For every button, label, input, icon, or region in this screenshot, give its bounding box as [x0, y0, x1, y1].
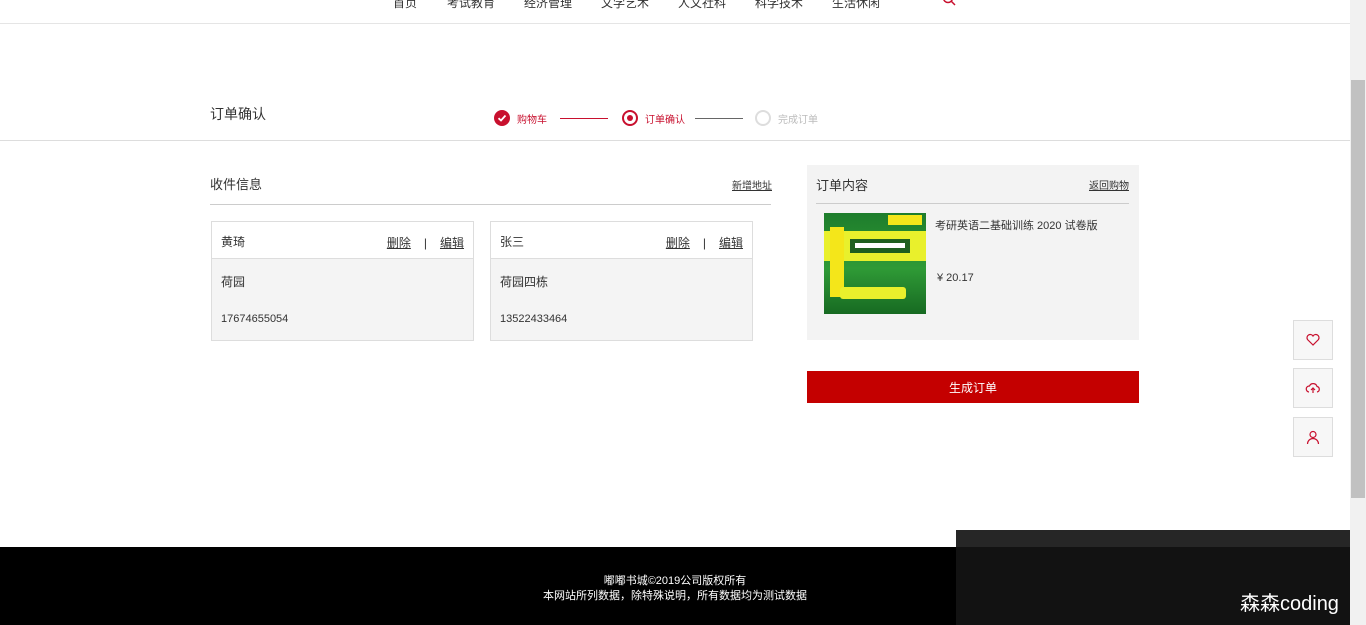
address-card-header: 张三 删除 | 编辑	[491, 222, 752, 259]
favorite-button[interactable]	[1293, 320, 1333, 360]
page: 首页 考试教育 经济管理 文学艺术 人文社科 科学技术 生活休闲 订单确认 购物…	[0, 0, 1366, 625]
delete-address-link[interactable]: 删除	[387, 236, 411, 250]
step-cart: 购物车	[494, 110, 547, 126]
account-button[interactable]	[1293, 417, 1333, 457]
recipient-address: 荷园四栋	[500, 275, 549, 289]
address-card-header: 黄琦 删除 | 编辑	[212, 222, 473, 259]
delete-address-link[interactable]: 删除	[666, 236, 690, 250]
nav-item-exam[interactable]: 考试教育	[447, 0, 495, 11]
order-panel: 订单内容 返回购物 考研英语二基础训练 2020 试卷版 ¥ 20.17	[807, 165, 1139, 340]
book-cover-image[interactable]	[824, 213, 926, 314]
step-confirm-label: 订单确认	[645, 114, 685, 126]
order-title: 订单内容	[816, 178, 869, 193]
edit-address-link[interactable]: 编辑	[719, 236, 743, 250]
nav-item-humanities[interactable]: 人文社科	[678, 0, 726, 11]
nav-item-science[interactable]: 科学技术	[755, 0, 803, 11]
address-card[interactable]: 黄琦 删除 | 编辑 荷园 17674655054	[211, 221, 474, 341]
watermark-text: 森森coding	[1240, 593, 1339, 615]
recipient-phone: 13522433464	[500, 313, 568, 325]
divider	[210, 204, 771, 205]
edit-address-link[interactable]: 编辑	[440, 236, 464, 250]
nav-item-economics[interactable]: 经济管理	[524, 0, 572, 11]
divider	[0, 140, 1350, 141]
back-to-shopping-link[interactable]: 返回购物	[1089, 177, 1129, 192]
scrollbar[interactable]	[1350, 0, 1366, 625]
recipient-phone: 17674655054	[221, 313, 289, 325]
user-icon	[1306, 430, 1320, 445]
book-price: ¥ 20.17	[937, 272, 974, 284]
top-nav: 首页 考试教育 经济管理 文学艺术 人文社科 科学技术 生活休闲	[0, 0, 1350, 24]
step-connector	[695, 118, 743, 119]
step-confirm: 订单确认	[622, 110, 685, 126]
action-separator: |	[702, 236, 706, 250]
nav-item-home[interactable]: 首页	[393, 0, 417, 11]
address-actions: 删除 | 编辑	[666, 234, 743, 251]
cloud-upload-icon	[1305, 383, 1320, 393]
step-complete-label: 完成订单	[778, 114, 818, 126]
heart-icon	[1306, 333, 1320, 346]
step-complete: 完成订单	[755, 110, 818, 126]
nav-item-literature[interactable]: 文学艺术	[601, 0, 649, 11]
recipient-name: 黄琦	[221, 235, 246, 249]
step-cart-label: 购物车	[517, 114, 547, 126]
divider	[816, 203, 1129, 204]
address-actions: 删除 | 编辑	[387, 234, 464, 251]
address-card[interactable]: 张三 删除 | 编辑 荷园四栋 13522433464	[490, 221, 753, 341]
current-step-icon	[622, 110, 638, 126]
pending-step-icon	[755, 110, 771, 126]
check-icon	[494, 110, 510, 126]
shipping-title: 收件信息	[210, 177, 263, 192]
new-address-link[interactable]: 新增地址	[732, 177, 772, 192]
search-icon[interactable]	[942, 0, 956, 6]
action-separator: |	[423, 236, 427, 250]
recipient-name: 张三	[500, 235, 525, 249]
page-title: 订单确认	[210, 106, 266, 122]
generate-order-button[interactable]: 生成订单	[807, 371, 1139, 403]
upload-button[interactable]	[1293, 368, 1333, 408]
recipient-address: 荷园	[221, 275, 246, 289]
scrollbar-thumb[interactable]	[1351, 80, 1365, 498]
step-connector	[560, 118, 608, 119]
book-title[interactable]: 考研英语二基础训练 2020 试卷版	[935, 217, 1098, 233]
nav-item-lifestyle[interactable]: 生活休闲	[832, 0, 880, 11]
